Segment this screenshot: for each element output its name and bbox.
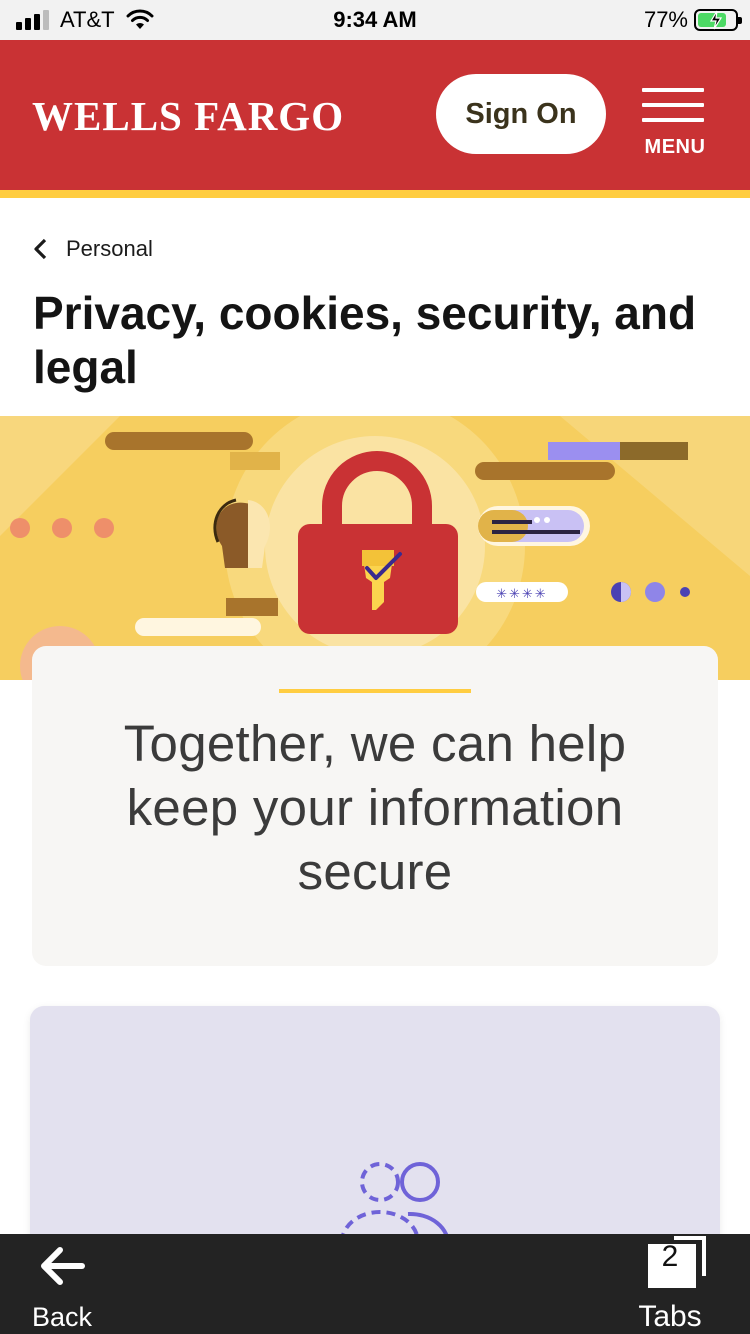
- breadcrumb[interactable]: Personal: [32, 234, 153, 264]
- wells-fargo-logo[interactable]: WELLS FARGO: [32, 92, 344, 140]
- hero-illustration: ✳✳✳✳: [0, 416, 750, 680]
- security-callout-card: Together, we can help keep your informat…: [32, 646, 718, 966]
- tabs-label: Tabs: [638, 1300, 702, 1333]
- menu-button[interactable]: MENU: [642, 88, 708, 160]
- charging-bolt-icon: [709, 10, 723, 30]
- callout-heading: Together, we can help keep your informat…: [123, 715, 627, 900]
- status-time: 9:34 AM: [333, 7, 417, 32]
- sign-on-button[interactable]: Sign On: [436, 74, 606, 154]
- info-card[interactable]: [30, 1006, 720, 1266]
- back-label: Back: [31, 1302, 93, 1332]
- page-title: Privacy, cookies, security, and legal: [33, 287, 697, 393]
- password-mask: ✳✳✳✳: [496, 587, 548, 602]
- status-bar: AT&T 9:34 AM 77%: [0, 0, 750, 40]
- browser-toolbar: Back 2 Tabs: [0, 1234, 750, 1334]
- chat-bubble-icon: [478, 506, 590, 546]
- back-arrow-icon: [41, 1247, 85, 1285]
- battery-charging-icon: [694, 9, 742, 31]
- tabs-button[interactable]: 2 Tabs: [622, 1234, 722, 1334]
- person-silhouette-icon: [213, 498, 270, 568]
- battery-percent: 77%: [643, 7, 688, 32]
- tabs-count: 2: [661, 1240, 679, 1273]
- menu-icon-bar: [642, 103, 704, 107]
- chevron-left-icon: [34, 238, 47, 260]
- site-header: WELLS FARGO Sign On MENU: [0, 40, 750, 198]
- callout-accent-rule: [279, 689, 471, 693]
- menu-icon-bar: [642, 118, 704, 122]
- menu-label: MENU: [644, 136, 706, 158]
- back-button[interactable]: Back: [22, 1244, 112, 1332]
- menu-icon-bar: [642, 88, 704, 92]
- status-right: 77%: [643, 6, 742, 34]
- breadcrumb-label: Personal: [66, 236, 153, 261]
